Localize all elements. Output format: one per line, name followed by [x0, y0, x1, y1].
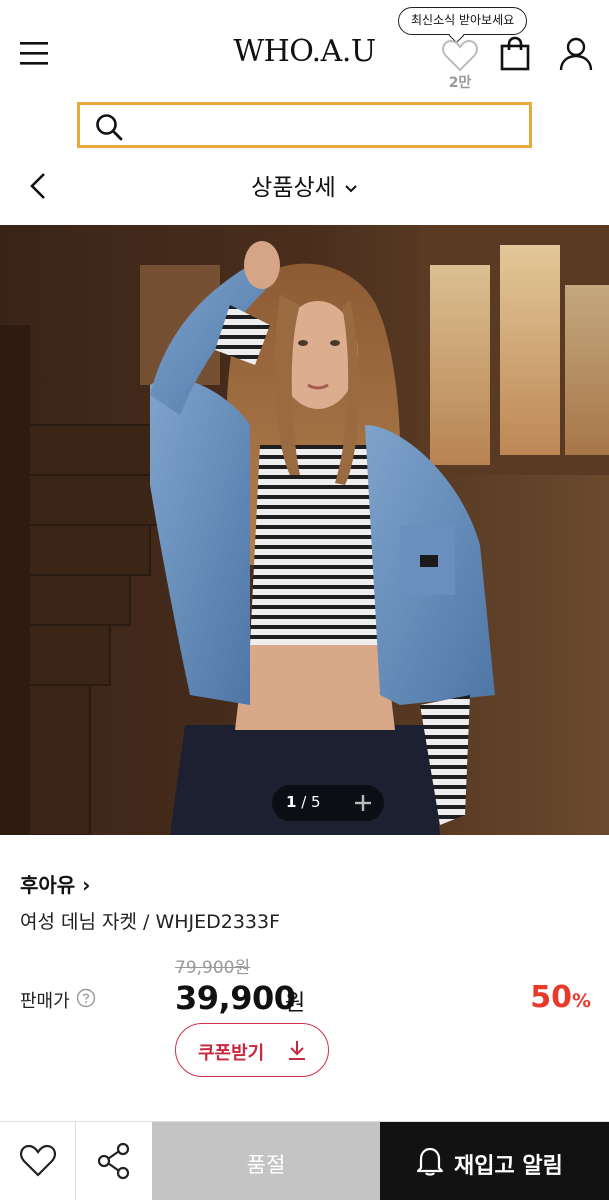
notification-tooltip: 최신소식 받아보세요: [398, 7, 528, 35]
restock-label: 재입고 알림: [454, 1154, 563, 1179]
heart-icon[interactable]: [440, 38, 480, 74]
discount-value: 50: [530, 980, 572, 1015]
page-title: 상품상세: [251, 175, 336, 201]
sold-out-label: 품절: [246, 1153, 286, 1177]
search-bar[interactable]: [77, 102, 532, 148]
price-unit: 원: [285, 991, 306, 1016]
gallery-pager: 1 / 5: [272, 785, 384, 821]
chevron-right-icon: ›: [82, 873, 91, 897]
back-arrow-icon[interactable]: [26, 170, 50, 202]
download-icon: [289, 1041, 305, 1060]
plus-icon[interactable]: [352, 792, 374, 814]
sale-price: 39,900: [175, 979, 296, 1017]
heart-icon: [20, 1144, 56, 1177]
search-icon[interactable]: [94, 112, 124, 142]
shopping-bag-icon[interactable]: [498, 36, 532, 72]
original-price: 79,900원: [175, 958, 251, 978]
bell-icon: [416, 1147, 444, 1176]
product-name: 여성 데님 자켓 / WHJED2333F: [20, 911, 281, 933]
search-input[interactable]: [136, 111, 521, 141]
product-image-gallery[interactable]: 1 / 5: [0, 225, 609, 835]
brand-name: 후아유: [20, 873, 76, 897]
discount-rate: 50%: [530, 980, 591, 1015]
brand-logo[interactable]: WHO.A.U: [222, 34, 387, 69]
product-photo: [0, 225, 609, 835]
pager-current: 1: [286, 793, 297, 811]
price-label: 판매가: [20, 991, 70, 1012]
share-icon: [97, 1142, 130, 1180]
restock-alert-button[interactable]: 재입고 알림: [380, 1122, 609, 1200]
wishlist-count: 2만: [448, 75, 472, 91]
pager-text: 1 / 5: [286, 793, 336, 811]
hamburger-menu-icon[interactable]: [18, 38, 52, 68]
sold-out-button: 품절: [152, 1122, 380, 1200]
pager-total: 5: [311, 793, 321, 811]
user-account-icon[interactable]: [558, 36, 594, 72]
coupon-download-button[interactable]: 쿠폰받기: [175, 1023, 329, 1077]
product-info: 후아유 › 여성 데님 자켓 / WHJED2333F 79,900원 판매가 …: [0, 835, 609, 1120]
discount-unit: %: [571, 990, 591, 1012]
top-header: WHO.A.U 최신소식 받아보세요 2만: [0, 0, 609, 100]
brand-link[interactable]: 후아유 ›: [20, 869, 90, 898]
page-title-dropdown[interactable]: 상품상세: [200, 168, 409, 202]
question-circle-icon[interactable]: [76, 988, 96, 1008]
pager-separator: /: [296, 793, 312, 811]
chevron-down-icon: [345, 184, 357, 192]
wishlist-button[interactable]: [0, 1122, 76, 1200]
bottom-action-bar: 품절 재입고 알림: [0, 1121, 609, 1200]
share-button[interactable]: [76, 1122, 152, 1200]
coupon-label: 쿠폰받기: [198, 1043, 265, 1064]
sub-navigation: 상품상세: [0, 150, 609, 224]
